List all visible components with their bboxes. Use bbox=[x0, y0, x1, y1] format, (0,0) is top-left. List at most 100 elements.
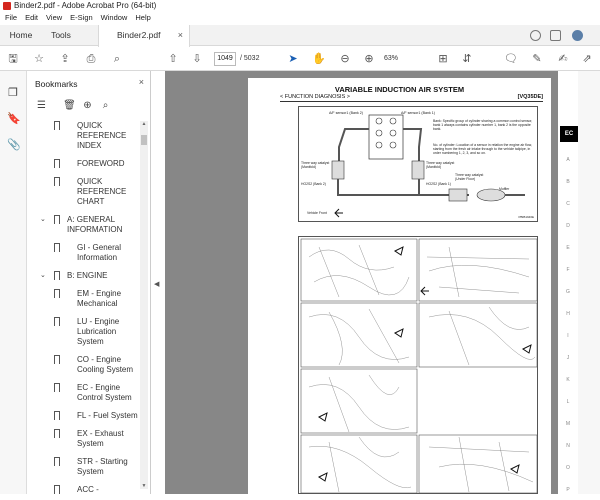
save-icon[interactable]: 🖫 bbox=[6, 52, 20, 66]
bookmark-item[interactable]: LU - Engine Lubrication System bbox=[27, 317, 143, 347]
section-index-letter[interactable]: D bbox=[558, 223, 578, 229]
bookmark-item[interactable]: CO - Engine Cooling System bbox=[27, 355, 143, 375]
bookmark-item[interactable]: EC - Engine Control System bbox=[27, 383, 143, 403]
bookmark-item[interactable]: QUICK REFERENCE INDEX bbox=[27, 121, 143, 151]
section-index-letter[interactable]: O bbox=[558, 465, 578, 471]
bookmark-item[interactable]: STR - Starting System bbox=[27, 457, 143, 477]
section-index-letter[interactable]: N bbox=[558, 443, 578, 449]
bookmarks-scrollbar[interactable]: ▲ ▼ bbox=[140, 121, 148, 489]
previous-page-icon[interactable]: ⇧ bbox=[166, 52, 180, 66]
avatar[interactable] bbox=[572, 30, 583, 41]
menu-file[interactable]: File bbox=[5, 12, 17, 24]
upload-cloud-icon[interactable]: ⇪ bbox=[58, 52, 72, 66]
section-index-letter[interactable]: L bbox=[558, 399, 578, 405]
diagram-reference: PBIB1946E bbox=[518, 215, 534, 219]
share-icon[interactable]: ⇗ bbox=[580, 52, 594, 66]
section-index-letter[interactable]: E bbox=[558, 245, 578, 251]
hand-tool-icon[interactable]: ✋ bbox=[312, 52, 326, 66]
next-page-icon[interactable]: ⇩ bbox=[190, 52, 204, 66]
bookmark-flag-icon bbox=[54, 457, 60, 469]
comment-icon[interactable]: 🗨 bbox=[504, 52, 518, 66]
menu-help[interactable]: Help bbox=[135, 12, 150, 24]
page-display-icon[interactable]: ⊞ bbox=[436, 52, 450, 66]
star-icon[interactable]: ☆ bbox=[32, 52, 46, 66]
section-index-letter[interactable]: H bbox=[558, 311, 578, 317]
navigation-rail: ❐ 🔖 📎 bbox=[0, 71, 27, 494]
bookmark-item[interactable]: QUICK REFERENCE CHART bbox=[27, 177, 143, 207]
bookmark-label: GI - General Information bbox=[77, 243, 122, 262]
new-bookmark-icon[interactable]: ⊕ bbox=[81, 99, 94, 113]
sign-icon[interactable]: ✍ bbox=[556, 52, 570, 66]
page-total: / 5032 bbox=[240, 55, 260, 62]
section-index-letter[interactable]: M bbox=[558, 421, 578, 427]
page-number-input[interactable]: 1049 bbox=[214, 52, 236, 66]
section-index-letter[interactable]: C bbox=[558, 201, 578, 207]
search-icon[interactable]: ⌕ bbox=[110, 52, 124, 66]
section-tab-ec[interactable]: EC bbox=[560, 126, 578, 142]
bookmark-label: CO - Engine Cooling System bbox=[77, 355, 134, 374]
close-tab-icon[interactable]: × bbox=[178, 25, 183, 46]
attachment-icon[interactable]: 📎 bbox=[7, 139, 21, 151]
menu-view[interactable]: View bbox=[46, 12, 62, 24]
section-index-letter[interactable]: J bbox=[558, 355, 578, 361]
diagram-label-ho2s2-left: HO2S2 (Bank 2) bbox=[301, 182, 326, 186]
scroll-down-icon[interactable]: ▼ bbox=[140, 483, 148, 489]
menu-edit[interactable]: Edit bbox=[25, 12, 38, 24]
bookmark-item[interactable]: ⌄ B: ENGINE bbox=[27, 271, 143, 283]
options-menu-icon[interactable]: ☰ bbox=[35, 99, 48, 113]
scroll-up-icon[interactable]: ▲ bbox=[140, 121, 148, 127]
bookmark-item[interactable]: FOREWORD bbox=[27, 159, 143, 171]
section-index-letter[interactable]: I bbox=[558, 333, 578, 339]
notifications-icon[interactable] bbox=[550, 30, 561, 41]
zoom-level-select[interactable]: 63% bbox=[384, 52, 414, 66]
section-link[interactable]: < FUNCTION DIAGNOSIS > bbox=[280, 94, 350, 100]
close-panel-icon[interactable]: × bbox=[139, 77, 144, 87]
zoom-out-icon[interactable]: ⊖ bbox=[338, 52, 352, 66]
bookmark-icon[interactable]: 🔖 bbox=[7, 113, 21, 125]
menu-window[interactable]: Window bbox=[101, 12, 128, 24]
tab-document-label: Binder2.pdf bbox=[117, 30, 161, 40]
bookmark-item[interactable]: EX - Exhaust System bbox=[27, 429, 143, 449]
diagram-label-af-bank1: A/F sensor1 (Bank 1) bbox=[401, 111, 435, 115]
tab-tools[interactable]: Tools bbox=[42, 25, 80, 46]
print-icon[interactable]: ⎙ bbox=[84, 52, 98, 66]
scroll-mode-icon[interactable]: ⇵ bbox=[460, 52, 474, 66]
menu-bar: File Edit View E-Sign Window Help bbox=[0, 12, 600, 24]
section-index-letter[interactable]: A bbox=[558, 157, 578, 163]
bookmark-flag-icon bbox=[54, 411, 60, 423]
section-index-letter[interactable]: K bbox=[558, 377, 578, 383]
page-thumbnails-icon[interactable]: ❐ bbox=[7, 87, 19, 99]
bookmark-flag-icon bbox=[54, 121, 60, 133]
expand-chevron-icon[interactable]: ⌄ bbox=[40, 215, 46, 225]
header-rule bbox=[280, 101, 543, 102]
select-cursor-icon[interactable]: ➤ bbox=[286, 52, 300, 66]
expand-chevron-icon[interactable]: ⌄ bbox=[40, 271, 46, 281]
help-icon[interactable] bbox=[530, 30, 541, 41]
section-index-letter[interactable]: P bbox=[558, 487, 578, 493]
bookmark-item[interactable]: EM - Engine Mechanical bbox=[27, 289, 143, 309]
zoom-in-icon[interactable]: ⊕ bbox=[362, 52, 376, 66]
section-index-letter[interactable]: F bbox=[558, 267, 578, 273]
bookmark-item[interactable]: FL - Fuel System bbox=[27, 411, 143, 423]
highlight-pen-icon[interactable]: ✎ bbox=[530, 52, 544, 66]
bookmark-label: EM - Engine Mechanical bbox=[77, 289, 122, 308]
tab-home[interactable]: Home bbox=[0, 25, 42, 46]
page-heading: VARIABLE INDUCTION AIR SYSTEM bbox=[334, 85, 465, 94]
delete-icon[interactable]: 🗑 bbox=[63, 99, 76, 113]
menu-esign[interactable]: E-Sign bbox=[70, 12, 93, 24]
bookmark-item[interactable]: ⌄ A: GENERAL INFORMATION bbox=[27, 215, 143, 235]
tab-document[interactable]: Binder2.pdf × bbox=[98, 25, 190, 47]
bookmark-search-icon[interactable]: ⌕ bbox=[99, 99, 112, 113]
bookmark-label: QUICK REFERENCE INDEX bbox=[77, 121, 127, 150]
bookmark-label: FOREWORD bbox=[77, 159, 125, 168]
section-index-letter[interactable]: G bbox=[558, 289, 578, 295]
section-index-letter[interactable]: B bbox=[558, 179, 578, 185]
bookmark-label: FL - Fuel System bbox=[77, 411, 138, 420]
diagram-label-af-bank2: A/F sensor1 (Bank 2) bbox=[329, 111, 363, 115]
bookmark-list: QUICK REFERENCE INDEX FOREWORD QUICK REFER… bbox=[27, 121, 143, 494]
scroll-thumb[interactable] bbox=[141, 135, 147, 145]
bookmark-item[interactable]: GI - General Information bbox=[27, 243, 143, 263]
bookmark-item[interactable]: ACC - Accelerator Control System bbox=[27, 485, 143, 494]
collapse-panel-icon[interactable]: ◀ bbox=[154, 280, 159, 288]
diagram-label-cat-under: Three way catalyst (Under Floor) bbox=[455, 173, 484, 182]
